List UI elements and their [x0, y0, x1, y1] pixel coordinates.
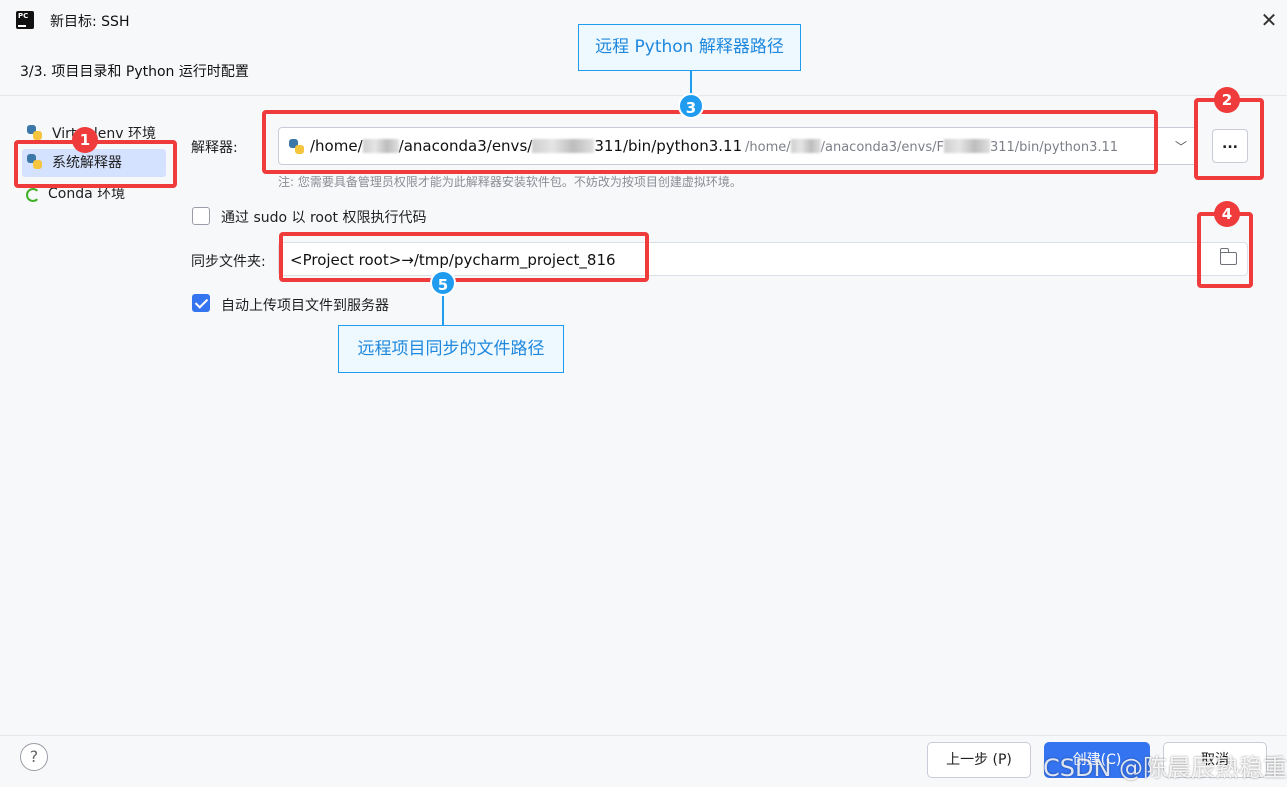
callout-connector	[690, 71, 692, 95]
watermark: CSDN @陈晨辰熟稳重	[1043, 754, 1287, 782]
sidebar-item-label: Conda 环境	[48, 186, 126, 202]
close-button[interactable]: ✕	[1255, 6, 1283, 34]
step-header: 3/3. 项目目录和 Python 运行时配置	[20, 64, 249, 80]
callout-connector	[442, 295, 444, 325]
auto-upload-label: 自动上传项目文件到服务器	[221, 298, 389, 314]
interpreter-label: 解释器:	[191, 140, 238, 156]
annotation-badge: 4	[1214, 201, 1240, 227]
callout-python-path: 远程 Python 解释器路径	[578, 24, 801, 71]
window-title: 新目标: SSH	[50, 14, 130, 30]
annotation-badge: 3	[678, 93, 704, 119]
previous-button[interactable]: 上一步 (P)	[927, 742, 1031, 778]
conda-icon	[26, 188, 40, 202]
divider	[0, 735, 1287, 736]
annotation-badge: 5	[430, 270, 456, 296]
annotation-box-5	[279, 232, 649, 282]
divider	[0, 95, 1287, 96]
admin-note: 注: 您需要具备管理员权限才能为此解释器安装软件包。不妨改为按项目创建虚拟环境。	[278, 175, 742, 189]
auto-upload-checkbox[interactable]	[192, 294, 210, 312]
help-button[interactable]: ?	[20, 743, 48, 771]
sudo-checkbox[interactable]	[192, 207, 210, 225]
sync-folder-label: 同步文件夹:	[191, 254, 266, 270]
sudo-label: 通过 sudo 以 root 权限执行代码	[221, 210, 427, 226]
pycharm-logo-icon: PC	[14, 9, 34, 29]
annotation-badge: 1	[72, 127, 98, 153]
callout-sync-path: 远程项目同步的文件路径	[338, 325, 564, 373]
annotation-box-3	[262, 110, 1158, 174]
chevron-down-icon[interactable]: ﹀	[1175, 138, 1187, 155]
annotation-badge: 2	[1214, 87, 1240, 113]
